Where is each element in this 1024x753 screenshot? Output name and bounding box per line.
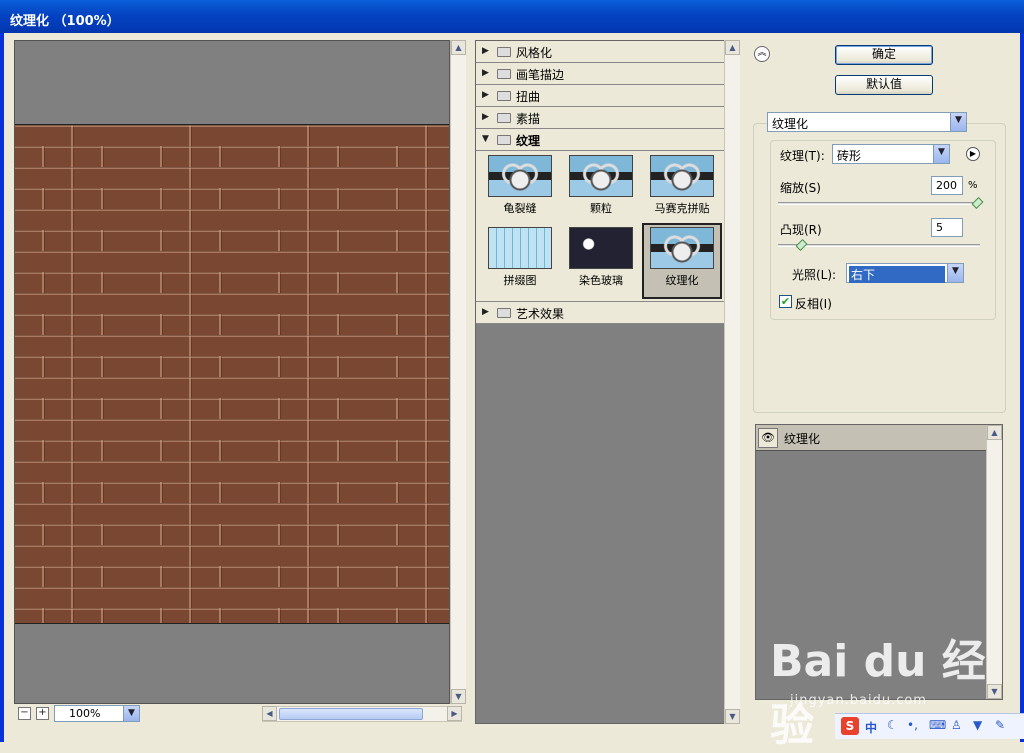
grain-thumbnail bbox=[569, 155, 633, 197]
scaling-unit: % bbox=[968, 180, 978, 191]
zoom-out-button[interactable]: − bbox=[18, 707, 31, 720]
relief-slider[interactable] bbox=[778, 244, 980, 247]
brick-texture-preview bbox=[15, 124, 449, 624]
filter-thumb-texturizer[interactable]: 纹理化 bbox=[642, 223, 722, 299]
category-texture[interactable]: ▼ 纹理 bbox=[476, 129, 724, 151]
preview-vertical-scrollbar[interactable]: ▲ ▼ bbox=[450, 40, 466, 704]
folder-icon bbox=[497, 113, 511, 123]
eye-icon[interactable]: 👁 bbox=[758, 428, 778, 448]
category-stylize[interactable]: ▶ 风格化 bbox=[476, 41, 724, 63]
filter-thumb-craquelure[interactable]: 龟裂缝 bbox=[482, 153, 558, 225]
zoom-select[interactable]: 100% ▼ bbox=[54, 705, 140, 722]
zoom-in-button[interactable]: + bbox=[36, 707, 49, 720]
window-title: 纹理化 （100%） bbox=[10, 14, 120, 29]
scroll-down-arrow-icon[interactable]: ▼ bbox=[451, 689, 466, 704]
expand-arrow-icon: ▶ bbox=[482, 68, 489, 78]
stained-glass-thumbnail bbox=[569, 227, 633, 269]
preview-zoom-bar: − + 100% ▼ ◀ ▶ bbox=[14, 704, 462, 724]
expand-arrow-icon: ▶ bbox=[482, 46, 489, 56]
category-sketch[interactable]: ▶ 素描 bbox=[476, 107, 724, 129]
texture-menu-arrow-icon[interactable]: ▶ bbox=[966, 147, 980, 161]
texture-label: 纹理(T): bbox=[778, 147, 827, 164]
ime-mode[interactable]: 中 bbox=[865, 719, 877, 736]
collapse-arrow-icon: ▼ bbox=[482, 134, 489, 144]
ime-toolbar: S 中 ☾ •, ⌨ ♙ ▼ ✎ bbox=[835, 713, 1024, 739]
chevron-down-icon: ▼ bbox=[950, 113, 966, 131]
wrench-icon[interactable]: ✎ bbox=[995, 718, 1005, 732]
filter-list-scrollbar[interactable]: ▲ ▼ bbox=[724, 40, 740, 724]
filter-thumb-grain[interactable]: 颗粒 bbox=[563, 153, 639, 225]
ok-button[interactable]: 确定 bbox=[835, 45, 933, 65]
folder-icon bbox=[497, 308, 511, 318]
filter-thumb-mosaic-tiles[interactable]: 马赛克拼贴 bbox=[644, 153, 720, 225]
folder-icon bbox=[497, 69, 511, 79]
scroll-right-arrow-icon[interactable]: ▶ bbox=[447, 706, 462, 721]
punctuation-icon[interactable]: •, bbox=[907, 718, 918, 732]
effect-layer-row[interactable]: 👁 纹理化 bbox=[756, 425, 987, 451]
user-icon[interactable]: ♙ bbox=[951, 718, 962, 732]
window-titlebar: 纹理化 （100%） bbox=[0, 0, 1024, 33]
folder-icon bbox=[497, 47, 511, 57]
scaling-label: 缩放(S) bbox=[780, 181, 821, 195]
expand-arrow-icon: ▶ bbox=[482, 112, 489, 122]
filter-select[interactable]: 纹理化 ▼ bbox=[767, 112, 967, 132]
light-label: 光照(L): bbox=[792, 268, 837, 282]
invert-checkbox[interactable]: ✔ bbox=[779, 295, 792, 308]
scrollbar-thumb[interactable] bbox=[279, 708, 423, 720]
chevron-down-icon: ▼ bbox=[123, 706, 139, 721]
craquelure-thumbnail bbox=[488, 155, 552, 197]
scroll-up-arrow-icon[interactable]: ▲ bbox=[451, 40, 466, 55]
preview-horizontal-scrollbar[interactable]: ◀ ▶ bbox=[262, 706, 462, 722]
keyboard-icon[interactable]: ⌨ bbox=[929, 718, 946, 732]
folder-icon bbox=[497, 91, 511, 101]
relief-input[interactable]: 5 bbox=[931, 218, 963, 237]
collapse-gallery-icon[interactable]: ︽ bbox=[754, 46, 770, 62]
texturizer-thumbnail bbox=[650, 227, 714, 269]
scroll-down-arrow-icon[interactable]: ▼ bbox=[725, 709, 740, 724]
scroll-up-arrow-icon[interactable]: ▲ bbox=[987, 425, 1002, 440]
folder-open-icon bbox=[497, 135, 511, 145]
layer-name: 纹理化 bbox=[784, 432, 821, 446]
default-button[interactable]: 默认值 bbox=[835, 75, 933, 95]
filter-gallery-list: ▶ 风格化 ▶ 画笔描边 ▶ 扭曲 ▶ 素描 ▼ 纹理 龟裂缝 颗粒 马赛克拼贴 拼缀图 … bbox=[475, 40, 725, 724]
patchwork-thumbnail bbox=[488, 227, 552, 269]
category-brush-strokes[interactable]: ▶ 画笔描边 bbox=[476, 63, 724, 85]
relief-label: 凸现(R) bbox=[780, 223, 822, 237]
scaling-slider[interactable] bbox=[778, 202, 980, 205]
category-distort[interactable]: ▶ 扭曲 bbox=[476, 85, 724, 107]
invert-label: 反相(I) bbox=[795, 297, 832, 311]
skin-icon[interactable]: ▼ bbox=[973, 718, 982, 732]
filter-thumb-patchwork[interactable]: 拼缀图 bbox=[482, 225, 558, 297]
texture-filter-thumbnails: 龟裂缝 颗粒 马赛克拼贴 拼缀图 染色玻璃 纹理化 bbox=[476, 151, 724, 302]
scroll-up-arrow-icon[interactable]: ▲ bbox=[725, 40, 740, 55]
baidu-url: jingyan.baidu.com bbox=[790, 693, 927, 708]
sogou-s-icon[interactable]: S bbox=[841, 717, 859, 735]
moon-icon[interactable]: ☾ bbox=[887, 718, 898, 732]
chevron-down-icon: ▼ bbox=[947, 264, 963, 282]
scaling-input[interactable]: 200 bbox=[931, 176, 963, 195]
scroll-left-arrow-icon[interactable]: ◀ bbox=[262, 706, 277, 721]
mosaic-tiles-thumbnail bbox=[650, 155, 714, 197]
filter-thumb-stained-glass[interactable]: 染色玻璃 bbox=[563, 225, 639, 297]
category-artistic[interactable]: ▶ 艺术效果 bbox=[476, 302, 724, 324]
expand-arrow-icon: ▶ bbox=[482, 90, 489, 100]
preview-canvas[interactable] bbox=[14, 40, 450, 704]
chevron-down-icon: ▼ bbox=[933, 145, 949, 163]
expand-arrow-icon: ▶ bbox=[482, 307, 489, 317]
light-select[interactable]: 右下 ▼ bbox=[846, 263, 964, 283]
texture-select[interactable]: 砖形 ▼ bbox=[832, 144, 950, 164]
